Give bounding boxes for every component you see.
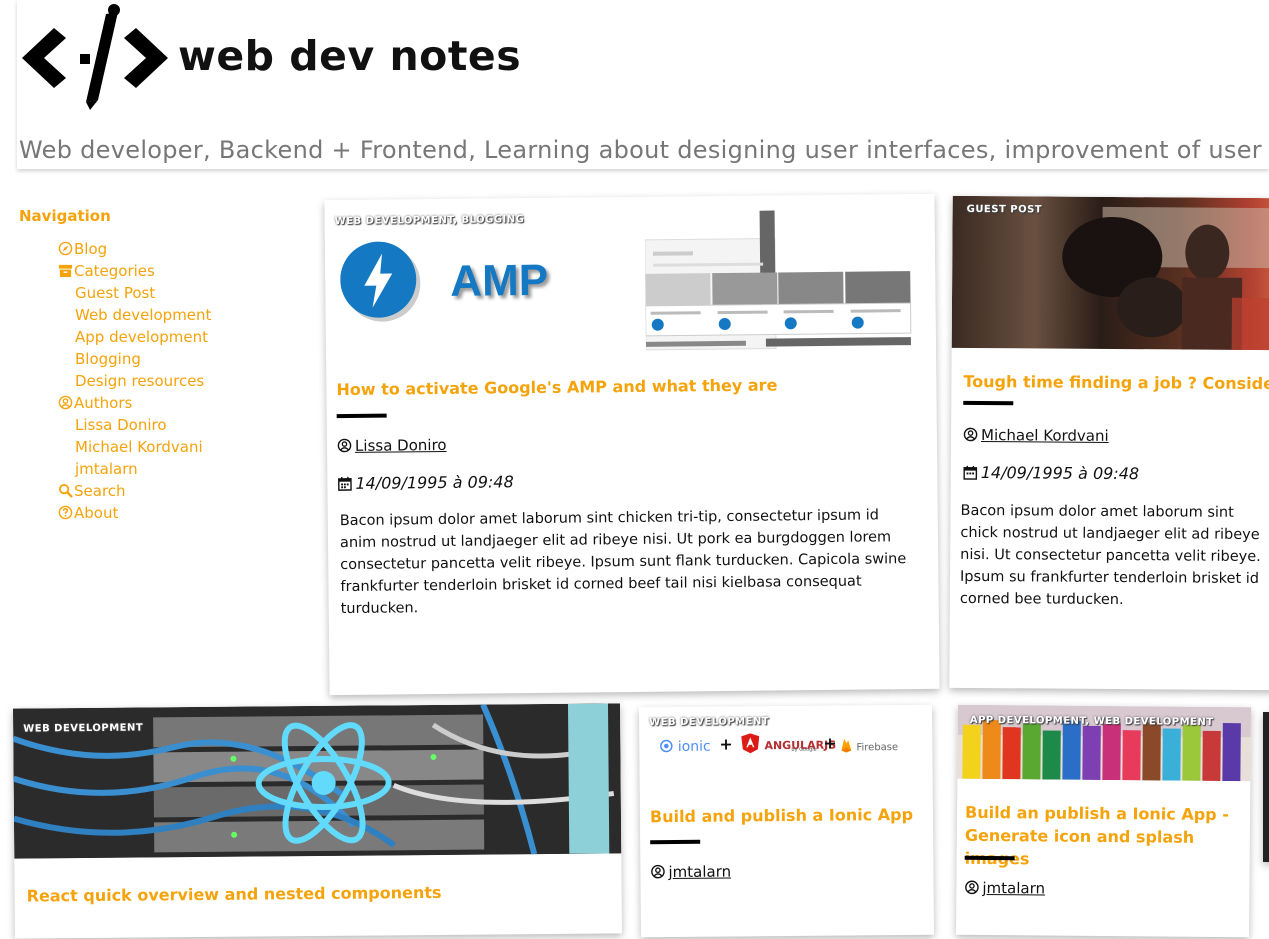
post-image[interactable]: WEB DEVELOPMENT ionic + ANGULARJS by Goo… <box>639 704 933 788</box>
amp-wordmark: AMP <box>450 255 549 306</box>
nav-item-label: About <box>74 504 119 522</box>
nav-item-blog[interactable]: Blog <box>19 238 299 260</box>
code-logo-icon[interactable] <box>20 4 170 110</box>
amp-bolt-icon <box>340 241 421 322</box>
site-title[interactable]: web dev notes <box>178 32 521 80</box>
nav-item-label: Authors <box>74 394 133 412</box>
post-author[interactable]: Lissa Doniro <box>337 436 447 455</box>
post-author-name: jmtalarn <box>982 878 1046 898</box>
post-category[interactable]: WEB DEVELOPMENT <box>23 723 143 735</box>
post-author-name: jmtalarn <box>668 862 732 882</box>
ionic-icon <box>660 739 673 753</box>
post-author[interactable]: jmtalarn <box>964 878 1046 898</box>
car-interior-photo <box>1062 206 1269 351</box>
nav-item-blogging[interactable]: Blogging <box>19 348 299 370</box>
react-logo-icon <box>255 722 392 844</box>
plus-sign: + <box>719 734 733 754</box>
nav-item-categories[interactable]: Categories <box>19 260 299 282</box>
ionic-logo: ionic <box>659 739 711 755</box>
post-excerpt: Bacon ipsum dolor amet laborum sint chic… <box>339 507 907 618</box>
archive-icon <box>58 264 73 278</box>
nav-item-author-michael-kordvani[interactable]: Michael Kordvani <box>19 436 299 458</box>
post-title[interactable]: Tough time finding a job ? Consider be <box>963 370 1269 396</box>
post-card[interactable]: WEB DEVELOPMENT React quick overview and… <box>13 703 622 939</box>
calendar-icon <box>963 465 978 480</box>
firebase-flame-icon <box>841 738 852 753</box>
nav-item-web-development[interactable]: Web development <box>19 304 299 326</box>
navigation-list: Blog Categories Guest Post Web developme… <box>19 238 299 524</box>
post-title[interactable]: Build and publish a Ionic App <box>650 803 920 828</box>
post-title[interactable]: How to activate Google's AMP and what th… <box>336 372 916 401</box>
plus-sign: + <box>823 733 837 753</box>
post-date-text: 14/09/1995 à 09:48 <box>980 463 1140 484</box>
user-circle-icon <box>337 438 352 453</box>
post-category[interactable]: GUEST POST <box>967 204 1043 216</box>
user-circle-icon <box>58 395 73 410</box>
post-category[interactable]: WEB DEVELOPMENT <box>649 716 769 728</box>
nav-item-search[interactable]: Search <box>19 480 299 502</box>
post-card[interactable] <box>1263 712 1269 862</box>
navigation-title: Navigation <box>19 207 111 225</box>
search-icon <box>58 483 73 498</box>
post-card[interactable]: APP DEVELOPMENT, WEB DEVELOPMENT Build a… <box>956 704 1251 938</box>
post-image[interactable]: GUEST POST <box>951 195 1269 351</box>
nav-item-label: Blog <box>74 240 108 258</box>
nav-item-guest-post[interactable]: Guest Post <box>19 282 299 304</box>
user-circle-icon <box>963 427 978 442</box>
post-image[interactable]: WEB DEVELOPMENT <box>13 703 622 859</box>
navigation: Navigation Blog Categories Guest Post We… <box>19 207 299 524</box>
post-card[interactable]: AMP WEB DEVELOPMENT, BLOGGING How to act… <box>324 193 940 696</box>
angular-subtext: by Google <box>791 746 817 753</box>
title-divider <box>336 413 387 419</box>
firebase-text: Firebase <box>856 742 899 754</box>
title-divider <box>963 400 1014 406</box>
post-date: 14/09/1995 à 09:48 <box>337 472 514 493</box>
post-image[interactable]: APP DEVELOPMENT, WEB DEVELOPMENT <box>957 704 1251 782</box>
post-card[interactable]: GUEST POST Tough time finding a job ? Co… <box>949 195 1269 691</box>
post-category[interactable]: WEB DEVELOPMENT, BLOGGING <box>335 214 525 227</box>
post-image[interactable]: AMP WEB DEVELOPMENT, BLOGGING <box>324 193 937 361</box>
post-date-text: 14/09/1995 à 09:48 <box>355 472 514 493</box>
angular-logo: ANGULARJS by Google <box>741 733 836 754</box>
user-circle-icon <box>965 880 979 895</box>
calendar-icon <box>338 476 352 491</box>
post-date: 14/09/1995 à 09:48 <box>963 463 1139 483</box>
nav-item-label: Search <box>74 482 126 500</box>
post-title[interactable]: Build an publish a Ionic App - Generate … <box>965 801 1246 872</box>
post-author-name: Lissa Doniro <box>354 435 447 455</box>
question-circle-icon <box>58 505 73 520</box>
title-divider <box>964 855 1015 861</box>
post-author[interactable]: jmtalarn <box>650 862 731 881</box>
firebase-logo: Firebase <box>841 735 898 754</box>
nav-item-about[interactable]: About <box>19 502 299 524</box>
post-excerpt: Bacon ipsum dolor amet laborum sint chic… <box>959 502 1261 609</box>
compass-icon <box>58 241 73 256</box>
post-title[interactable]: React quick overview and nested componen… <box>27 879 607 907</box>
nav-item-app-development[interactable]: App development <box>19 326 299 348</box>
user-circle-icon <box>651 864 665 879</box>
title-divider <box>650 839 701 845</box>
nav-item-label: Categories <box>74 262 155 280</box>
post-card[interactable]: WEB DEVELOPMENT ionic + ANGULARJS by Goo… <box>639 704 934 938</box>
nav-item-author-lissa-doniro[interactable]: Lissa Doniro <box>19 414 299 436</box>
nav-item-author-jmtalarn[interactable]: jmtalarn <box>19 458 299 480</box>
nav-item-authors[interactable]: Authors <box>19 392 299 414</box>
nav-item-design-resources[interactable]: Design resources <box>19 370 299 392</box>
site-header: web dev notes Web developer, Backend + F… <box>17 0 1269 169</box>
ionic-text: ionic <box>677 738 711 755</box>
post-author-name: Michael Kordvani <box>980 426 1109 445</box>
site-tagline: Web developer, Backend + Frontend, Learn… <box>19 136 1269 164</box>
angular-shield-icon <box>741 733 760 754</box>
post-category[interactable]: APP DEVELOPMENT, WEB DEVELOPMENT <box>970 715 1214 728</box>
post-author[interactable]: Michael Kordvani <box>963 426 1109 445</box>
amp-search-results-mockup <box>644 210 912 351</box>
